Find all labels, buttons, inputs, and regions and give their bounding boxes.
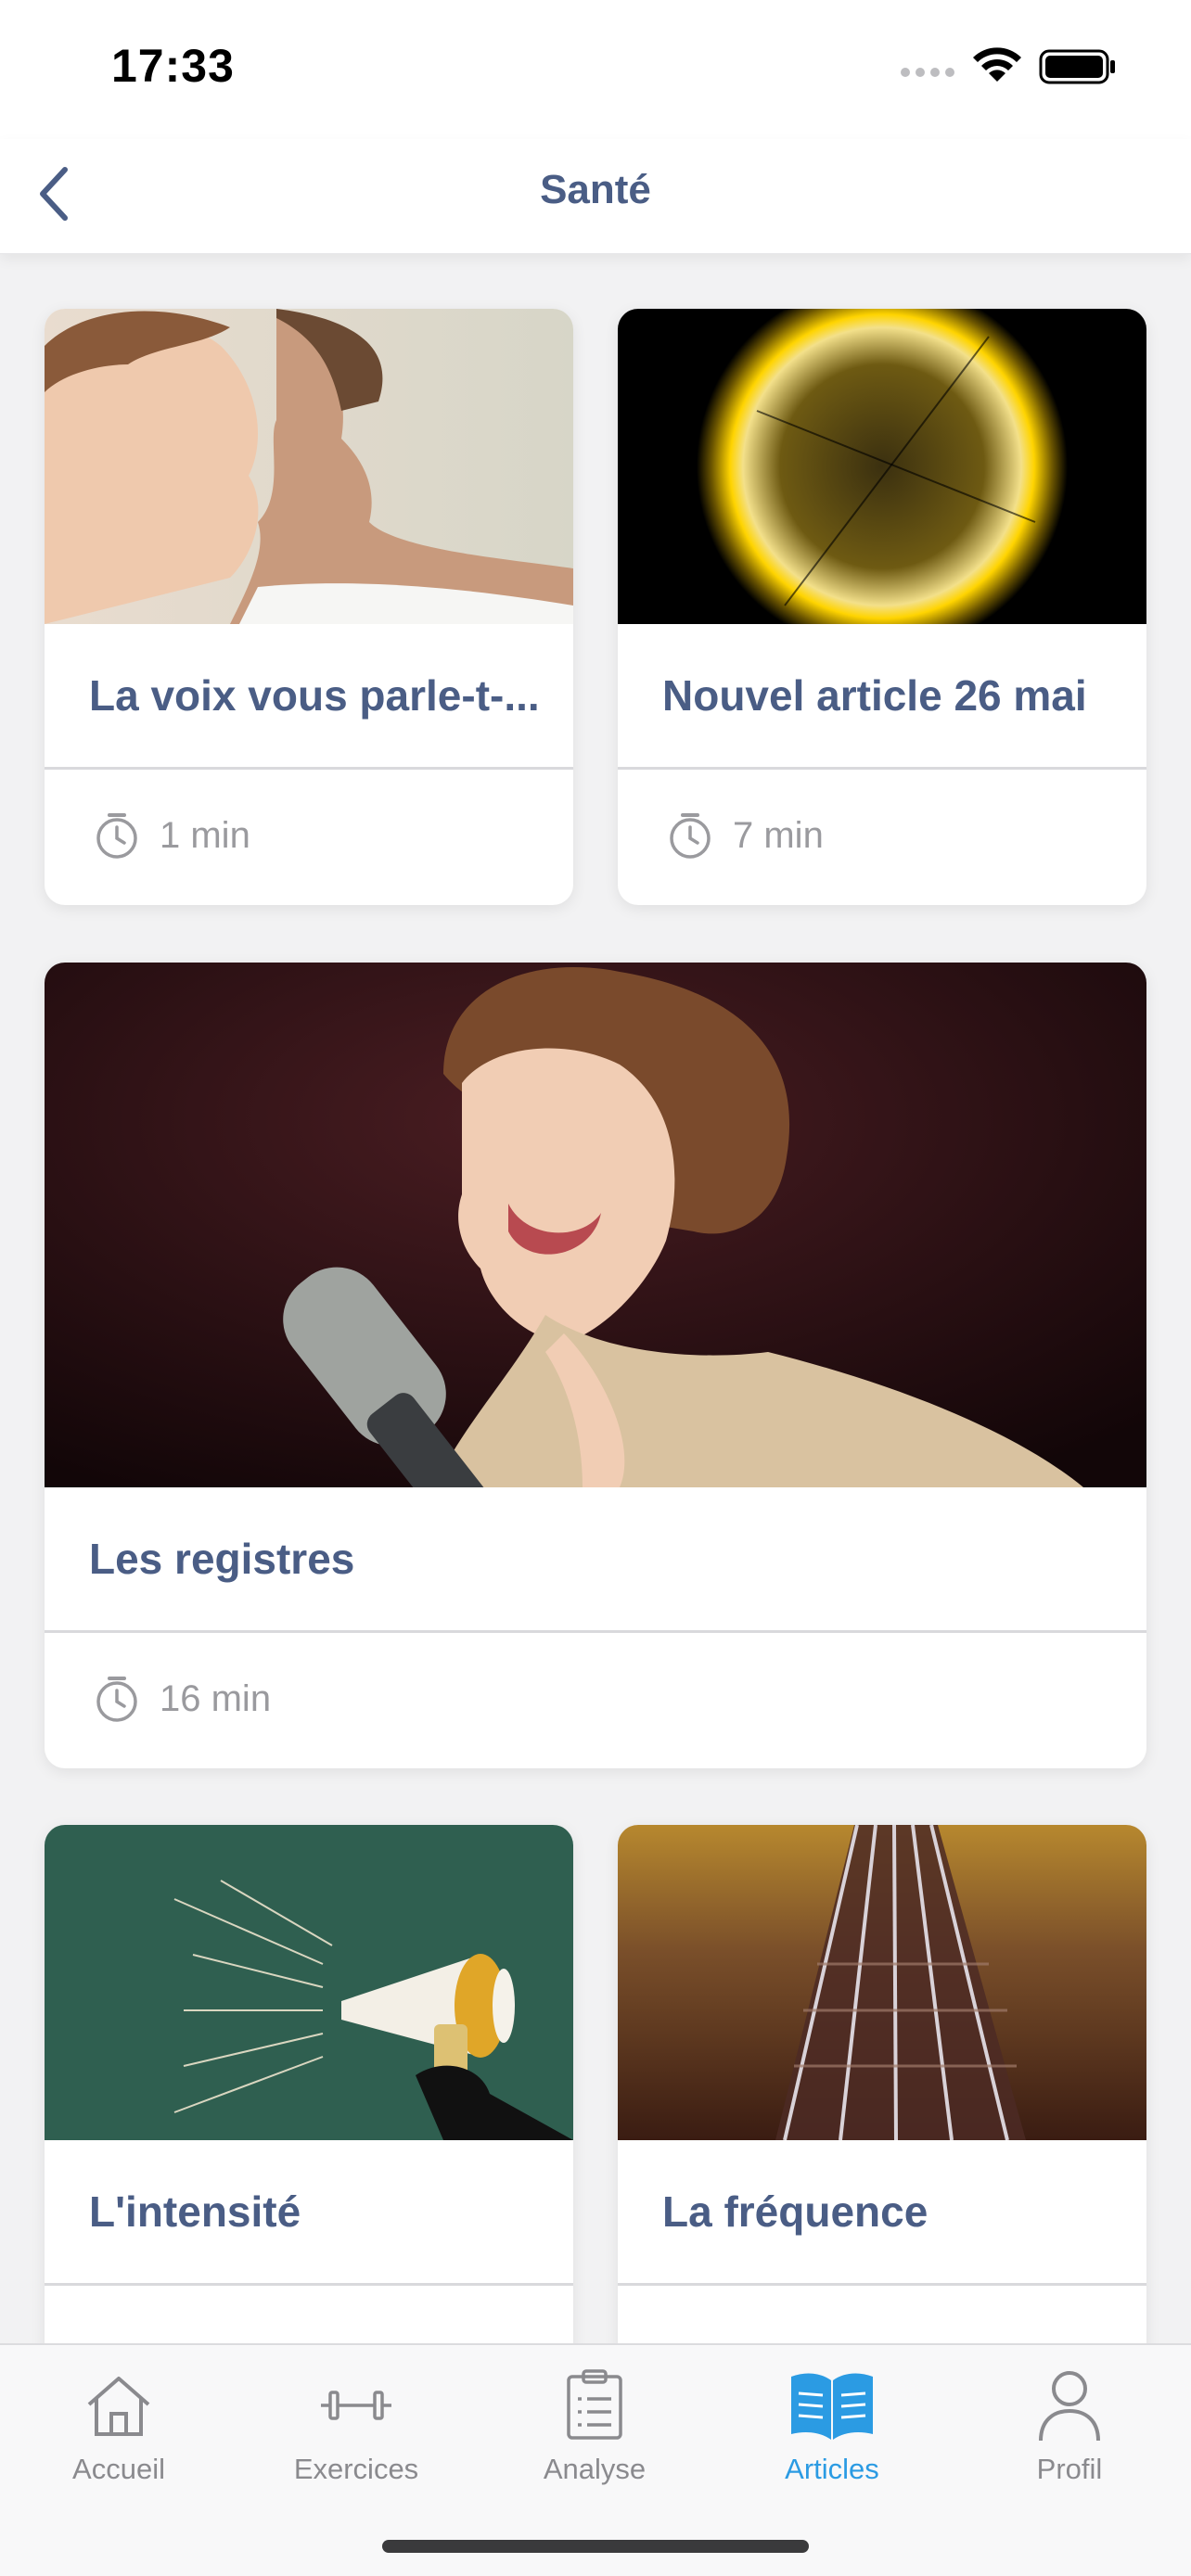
divider: [45, 2283, 573, 2286]
duration-text: 16 min: [160, 1677, 272, 1719]
tab-label: Profil: [1036, 2453, 1103, 2485]
article-card[interactable]: Les registres 16 min: [45, 963, 1146, 1768]
article-image: [618, 1825, 1146, 2140]
tab-accueil[interactable]: Accueil: [26, 2364, 211, 2486]
article-image: [45, 963, 1146, 1487]
wifi-icon: [973, 47, 1021, 82]
tab-analyse[interactable]: Analyse: [502, 2364, 687, 2486]
article-card[interactable]: La fréquence: [618, 1825, 1146, 2421]
article-title: Nouvel article 26 mai: [662, 671, 1087, 720]
battery-icon: [1039, 49, 1115, 84]
status-time: 17:33: [111, 40, 235, 92]
navigation-bar: Santé: [0, 139, 1191, 254]
tab-label: Articles: [785, 2453, 879, 2485]
tab-label: Analyse: [543, 2453, 647, 2485]
article-duration: 7 min: [668, 811, 824, 860]
duration-text: 1 min: [160, 814, 250, 856]
article-card[interactable]: L'intensité: [45, 1825, 573, 2421]
article-image: [618, 309, 1146, 624]
timer-icon: [670, 813, 711, 859]
dumbbell-icon: [321, 2391, 391, 2420]
article-card[interactable]: Nouvel article 26 mai 7 min: [618, 309, 1146, 905]
article-duration: 16 min: [95, 1675, 271, 1723]
home-icon: [87, 2377, 150, 2436]
clipboard-icon: [567, 2369, 622, 2440]
tab-profil[interactable]: Profil: [977, 2364, 1162, 2486]
article-duration: 1 min: [95, 811, 250, 860]
divider: [618, 767, 1146, 770]
page-title: Santé: [540, 167, 651, 212]
article-title: Les registres: [89, 1535, 355, 1583]
article-title: La fréquence: [662, 2187, 928, 2236]
duration-text: 7 min: [733, 814, 824, 856]
article-title: La voix vous parle-t-...: [89, 671, 540, 720]
timer-icon: [96, 1677, 137, 1722]
tab-exercices[interactable]: Exercices: [263, 2364, 449, 2486]
status-bar: 17:33: [0, 0, 1191, 139]
article-image: [45, 309, 573, 624]
divider: [45, 767, 573, 770]
tab-label: Accueil: [72, 2453, 165, 2485]
tab-label: Exercices: [293, 2453, 419, 2485]
article-card[interactable]: La voix vous parle-t-... 1 min: [45, 309, 573, 905]
signal-icon: [901, 68, 954, 77]
book-icon: [791, 2373, 873, 2440]
divider: [618, 2283, 1146, 2286]
divider: [45, 1630, 1146, 1633]
article-title: L'intensité: [89, 2187, 301, 2236]
timer-icon: [96, 813, 137, 859]
tab-articles[interactable]: Articles: [739, 2364, 925, 2486]
article-image: [45, 1825, 573, 2140]
person-icon: [1039, 2371, 1100, 2442]
home-indicator: [382, 2540, 809, 2553]
